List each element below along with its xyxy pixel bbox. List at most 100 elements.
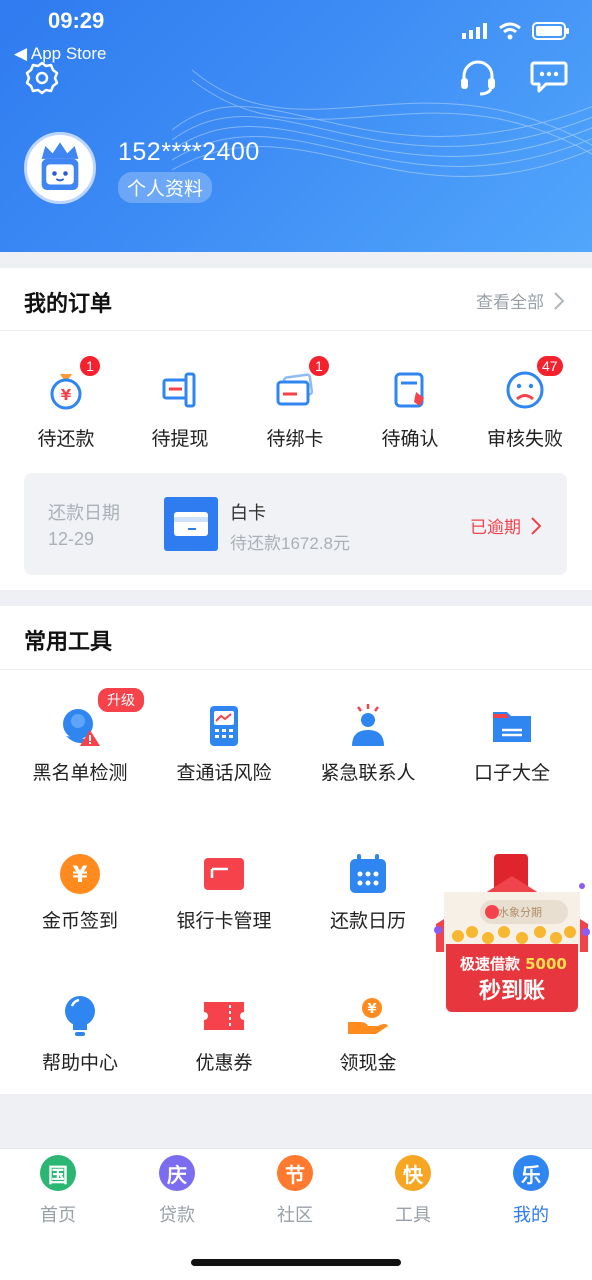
coupon-icon [204,1002,244,1030]
lightbulb-icon [65,996,95,1036]
settings-icon[interactable] [24,60,60,96]
order-review-failed[interactable]: 审核失败 47 [475,354,575,451]
see-all-orders-link[interactable]: 查看全部 [476,288,564,313]
user-phone: 152****2400 [118,138,260,166]
home-indicator[interactable] [191,1259,401,1266]
repay-amount: 待还款1672.8元 [230,534,350,553]
tab-home[interactable]: 国 首页 [18,1155,98,1227]
card-thumbnail-icon [164,497,218,551]
chevron-right-icon [554,291,564,310]
message-icon[interactable] [530,60,568,94]
wifi-icon [499,22,521,40]
sad-face-icon [506,371,544,409]
promo-red-packet[interactable]: 水象分期 极速借款 5000 秒到账 [432,852,592,1014]
order-badge: 1 [307,354,331,378]
loan-tab-icon: 庆 [159,1155,195,1191]
tool-label: 黑名单检测 [32,763,128,784]
profile-button[interactable]: 个人资料 [118,172,213,203]
status-time: 09:29 [48,8,105,33]
tab-loan[interactable]: 庆 贷款 [137,1155,217,1227]
tools-tab-icon: 快 [395,1155,431,1191]
upgrade-badge: 升级 [96,686,146,714]
order-label: 待提现 [151,429,209,450]
tool-coupons[interactable]: 优惠券 [152,994,296,1075]
chevron-right-icon [531,516,541,535]
repay-date-label: 还款日期 [48,503,120,523]
bank-card-icon [204,858,244,890]
blacklist-check-icon [63,709,100,746]
avatar[interactable] [24,132,96,204]
tab-mine[interactable]: 乐 我的 [491,1155,571,1227]
customer-service-icon[interactable] [458,60,498,96]
bind-card-icon [276,373,314,406]
tool-emergency-contact[interactable]: 紧急联系人 [296,704,440,785]
tool-label: 口子大全 [473,763,550,784]
order-label: 待还款 [37,429,95,450]
calendar-icon [350,854,386,893]
tab-tools[interactable]: 快 工具 [373,1155,453,1227]
order-pending-repay[interactable]: ¥ 待还款 1 [16,354,116,451]
tab-label: 首页 [40,1205,76,1225]
orders-section: 我的订单 查看全部 ¥ 待还款 1 待提现 待绑卡 1 待确认 审核失败 47 … [0,268,592,590]
wave-decoration [172,69,592,177]
tool-label: 银行卡管理 [176,911,272,932]
tool-call-risk[interactable]: 查通话风险 [152,704,296,785]
tool-blacklist-check[interactable]: 黑名单检测 [8,704,152,785]
tool-loan-directory[interactable]: 口子大全 [440,704,584,785]
svg-text:¥: ¥ [72,863,88,888]
tool-label: 还款日历 [329,911,406,932]
order-pending-bind-card[interactable]: 待绑卡 1 [245,354,345,451]
signal-icon [462,23,487,39]
overdue-status: 已逾期 [470,513,541,538]
tab-glyph: 节 [285,1164,305,1187]
tab-glyph: 乐 [521,1164,541,1187]
order-badge: 1 [78,354,102,378]
svg-text:¥: ¥ [367,1002,376,1017]
tool-help-center[interactable]: 帮助中心 [8,994,152,1075]
coin-icon: ¥ [60,854,100,894]
folder-icon [493,712,531,742]
money-bag-icon: ¥ [50,374,82,410]
tab-glyph: 国 [48,1164,68,1187]
see-all-label: 查看全部 [476,293,544,312]
battery-icon [532,22,569,40]
tab-glyph: 快 [403,1164,423,1187]
tab-community[interactable]: 节 社区 [255,1155,335,1227]
tool-label: 领现金 [339,1053,397,1074]
promo-line1: 极速借款 [460,955,521,973]
home-tab-icon: 国 [40,1155,76,1191]
tool-get-cash[interactable]: ¥ 领现金 [296,994,440,1075]
call-risk-icon [210,706,238,746]
mine-tab-icon: 乐 [513,1155,549,1191]
community-tab-icon: 节 [277,1155,313,1191]
order-pending-confirm[interactable]: 待确认 [360,370,460,451]
order-pending-withdraw[interactable]: 待提现 [130,370,230,451]
tab-label: 社区 [277,1205,313,1225]
tab-label: 我的 [513,1205,549,1225]
promo-red-packet-graphic: 水象分期 极速借款 5000 秒到账 [434,854,590,1012]
card-name: 白卡 [230,503,266,523]
promo-line2: 秒到账 [479,979,545,1004]
withdraw-icon [162,372,196,408]
tool-label: 金币签到 [41,911,118,932]
promo-brand: 水象分期 [498,906,542,919]
tool-repay-calendar[interactable]: 还款日历 [296,852,440,933]
confirm-doc-icon [394,372,424,408]
tool-label: 紧急联系人 [320,763,416,784]
promo-amount: 5000 [525,955,567,973]
repay-date-value: 12-29 [48,529,95,549]
order-label: 审核失败 [486,429,563,450]
repayment-card[interactable]: 还款日期 12-29 白卡 待还款1672.8元 已逾期 [24,473,567,575]
order-badge: 47 [535,354,565,378]
cash-hand-icon: ¥ [348,998,388,1034]
svg-text:¥: ¥ [61,386,72,404]
tool-label: 查通话风险 [176,763,272,784]
tab-label: 工具 [395,1205,431,1225]
profile-header: 09:29 ◀ App Store 152****2400 个人资料 [0,0,592,252]
orders-title: 我的订单 [24,291,113,316]
tab-glyph: 庆 [167,1164,187,1187]
order-label: 待确认 [381,429,439,450]
orders-divider [0,330,592,331]
tool-coin-checkin[interactable]: ¥ 金币签到 [8,852,152,933]
tool-bank-card-manage[interactable]: 银行卡管理 [152,852,296,933]
